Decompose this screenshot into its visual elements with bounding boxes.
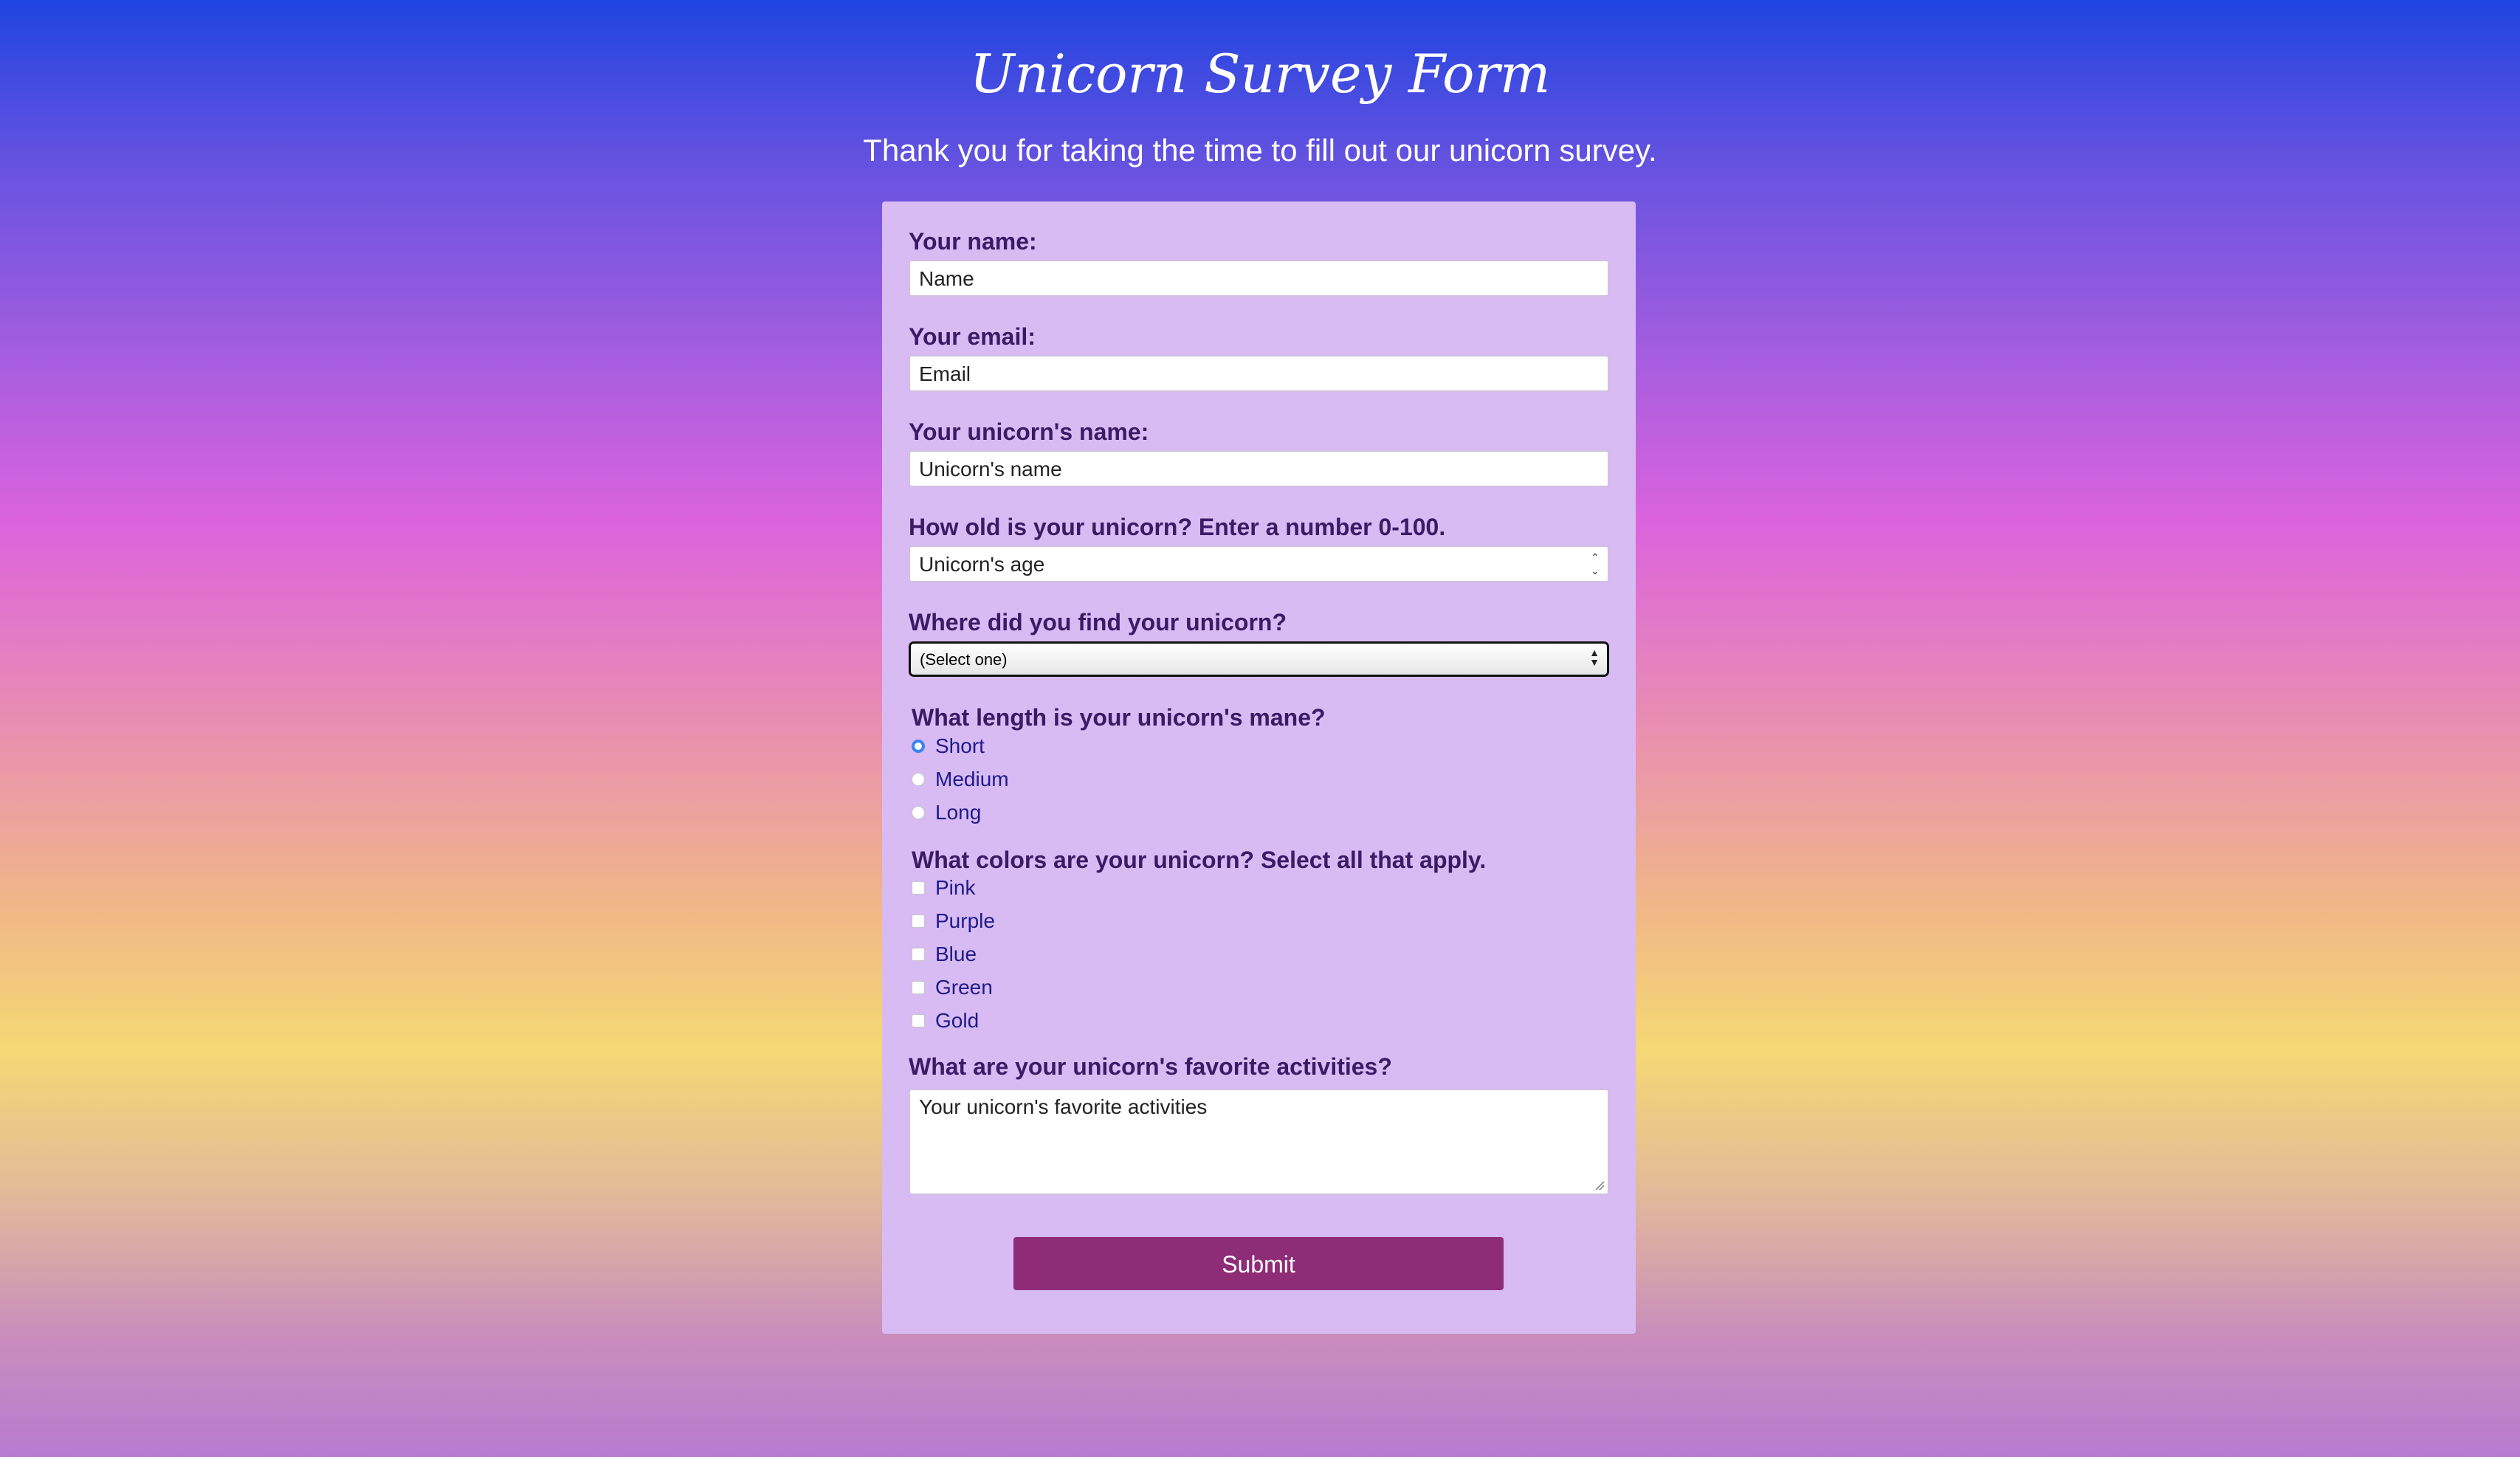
checkbox-blue[interactable]: [912, 948, 925, 961]
page-title: Unicorn Survey Form: [969, 43, 1551, 105]
found-select[interactable]: (Select one) ▲ ▼: [909, 641, 1609, 677]
age-label: How old is your unicorn? Enter a number …: [909, 514, 1446, 540]
checkbox-green[interactable]: [912, 981, 925, 994]
radio-long[interactable]: [912, 806, 925, 819]
select-arrows-icon: ▲ ▼: [1589, 647, 1600, 668]
checkbox-gold[interactable]: [912, 1014, 925, 1027]
color-option-gold[interactable]: Gold: [912, 1008, 979, 1034]
color-option-label: Blue: [935, 943, 977, 965]
radio-medium[interactable]: [912, 773, 925, 786]
color-option-label: Pink: [935, 876, 976, 899]
activities-label: What are your unicorn's favorite activit…: [909, 1053, 1392, 1080]
color-option-pink[interactable]: Pink: [912, 875, 975, 901]
submit-button[interactable]: Submit: [1013, 1237, 1504, 1290]
checkbox-pink[interactable]: [912, 881, 925, 895]
survey-form: Your name: Name Your email: Email Your u…: [882, 202, 1636, 1334]
mane-option-short[interactable]: Short: [912, 733, 985, 760]
color-option-purple[interactable]: Purple: [912, 908, 995, 934]
checkbox-purple[interactable]: [912, 914, 925, 928]
color-option-label: Gold: [935, 1009, 980, 1032]
name-label: Your name:: [909, 228, 1037, 255]
mane-option-label: Short: [935, 734, 985, 757]
name-input[interactable]: Name: [909, 260, 1609, 297]
found-select-value: (Select one): [920, 650, 1008, 669]
spinner-up-icon[interactable]: ⌃: [1591, 551, 1600, 563]
color-option-label: Purple: [935, 909, 995, 932]
name-input-placeholder: Name: [919, 267, 974, 290]
activities-textarea[interactable]: Your unicorn's favorite activities: [909, 1089, 1609, 1195]
color-option-green[interactable]: Green: [912, 974, 993, 1001]
age-input-placeholder: Unicorn's age: [919, 553, 1045, 576]
mane-label: What length is your unicorn's mane?: [912, 704, 1326, 731]
email-input[interactable]: Email: [909, 355, 1609, 392]
spinner-down-icon[interactable]: ⌄: [1591, 565, 1600, 576]
resize-grip-icon[interactable]: [1594, 1180, 1605, 1191]
unicorn-name-input-placeholder: Unicorn's name: [919, 458, 1062, 480]
unicorn-name-label: Your unicorn's name:: [909, 418, 1149, 445]
color-option-label: Green: [935, 976, 993, 999]
color-option-blue[interactable]: Blue: [912, 941, 977, 968]
activities-placeholder: Your unicorn's favorite activities: [919, 1095, 1208, 1118]
mane-option-label: Long: [935, 801, 982, 824]
age-number-input[interactable]: Unicorn's age ⌃ ⌄: [909, 545, 1609, 582]
mane-option-long[interactable]: Long: [912, 799, 981, 826]
radio-short[interactable]: [912, 740, 925, 753]
found-label: Where did you find your unicorn?: [909, 609, 1287, 636]
mane-option-medium[interactable]: Medium: [912, 766, 1009, 793]
email-label: Your email:: [909, 323, 1036, 350]
page-subtitle: Thank you for taking the time to fill ou…: [863, 133, 1657, 168]
mane-option-label: Medium: [935, 768, 1009, 790]
number-spinner[interactable]: ⌃ ⌄: [1588, 551, 1602, 576]
unicorn-name-input[interactable]: Unicorn's name: [909, 450, 1609, 487]
email-input-placeholder: Email: [919, 362, 971, 385]
colors-label: What colors are your unicorn? Select all…: [912, 847, 1487, 873]
